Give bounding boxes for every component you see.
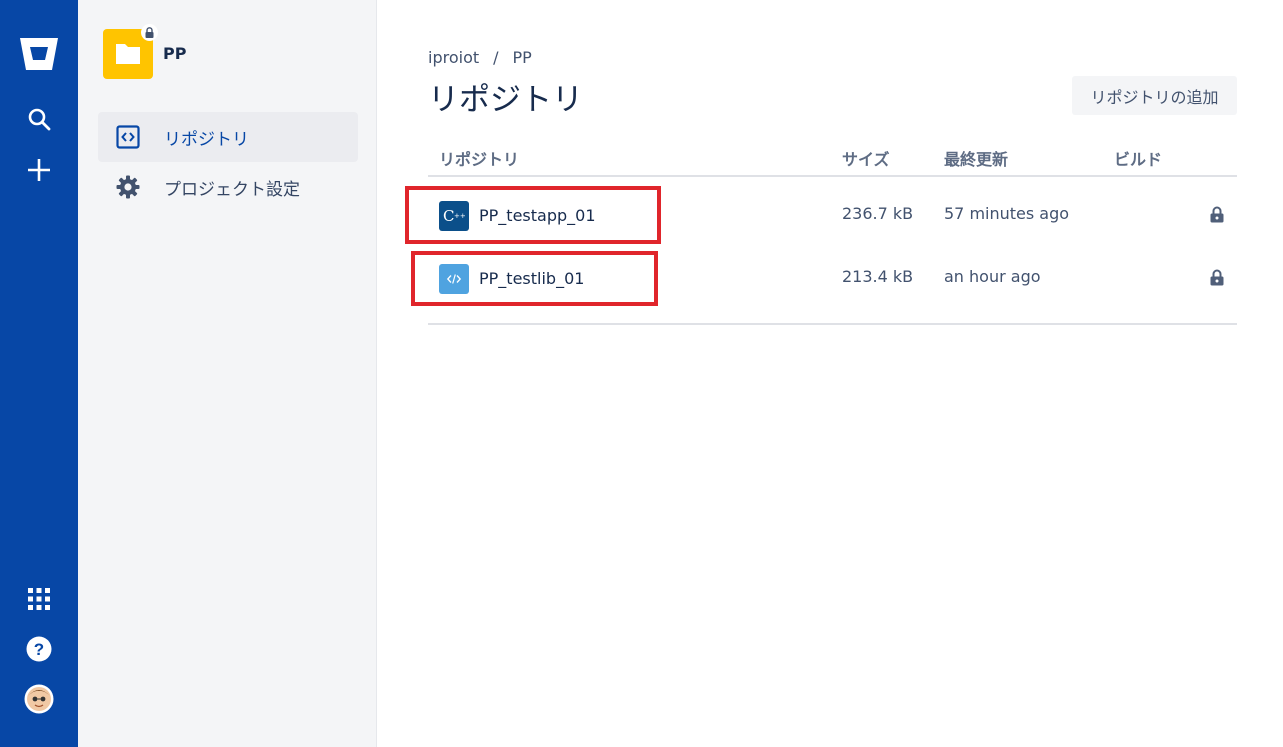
user-avatar[interactable] xyxy=(0,683,78,715)
app-switcher-icon[interactable] xyxy=(0,584,78,614)
search-icon[interactable] xyxy=(0,104,78,134)
sidebar-item-repositories[interactable]: リポジトリ xyxy=(98,112,358,162)
highlight-box xyxy=(405,186,661,244)
code-icon xyxy=(98,125,158,149)
table-header: リポジトリ サイズ 最終更新 ビルド xyxy=(428,140,1237,177)
lock-icon xyxy=(1208,268,1226,286)
main-content: iproiot / PP リポジトリ リポジトリの追加 リポジトリ サイズ 最終… xyxy=(378,0,1283,747)
sidebar-item-label: プロジェクト設定 xyxy=(164,179,300,200)
lock-icon xyxy=(1208,205,1226,223)
column-header-last-updated[interactable]: 最終更新 xyxy=(944,146,1008,170)
plus-icon[interactable] xyxy=(0,154,78,186)
repository-last-updated: 57 minutes ago xyxy=(944,204,1070,223)
column-header-repository[interactable]: リポジトリ xyxy=(439,146,519,170)
project-avatar[interactable] xyxy=(103,24,158,79)
repository-size: 213.4 kB xyxy=(842,267,914,286)
global-nav: ? xyxy=(0,0,78,747)
breadcrumb-workspace[interactable]: iproiot xyxy=(428,48,479,67)
help-icon[interactable]: ? xyxy=(0,634,78,664)
table-divider xyxy=(428,323,1237,325)
breadcrumb-separator: / xyxy=(493,48,499,67)
column-header-size[interactable]: サイズ xyxy=(842,146,890,170)
breadcrumb: iproiot / PP xyxy=(428,48,532,67)
sidebar-item-label: リポジトリ xyxy=(164,129,249,150)
breadcrumb-project[interactable]: PP xyxy=(513,48,532,67)
gear-icon xyxy=(98,175,158,199)
column-header-build: ビルド xyxy=(1114,150,1163,169)
page-title: リポジトリ xyxy=(428,82,583,118)
add-repository-button[interactable]: リポジトリの追加 xyxy=(1072,76,1237,115)
highlight-box xyxy=(411,251,658,306)
repository-size: 236.7 kB xyxy=(842,204,914,223)
bitbucket-logo-icon[interactable] xyxy=(0,34,78,74)
lock-badge-icon xyxy=(141,24,158,41)
svg-text:?: ? xyxy=(34,640,44,659)
repository-last-updated: an hour ago xyxy=(944,267,1041,286)
sidebar-item-project-settings[interactable]: プロジェクト設定 xyxy=(98,162,358,212)
project-sidebar: PP リポジトリ プロジェクト設定 xyxy=(78,0,377,747)
project-name: PP xyxy=(163,44,187,63)
